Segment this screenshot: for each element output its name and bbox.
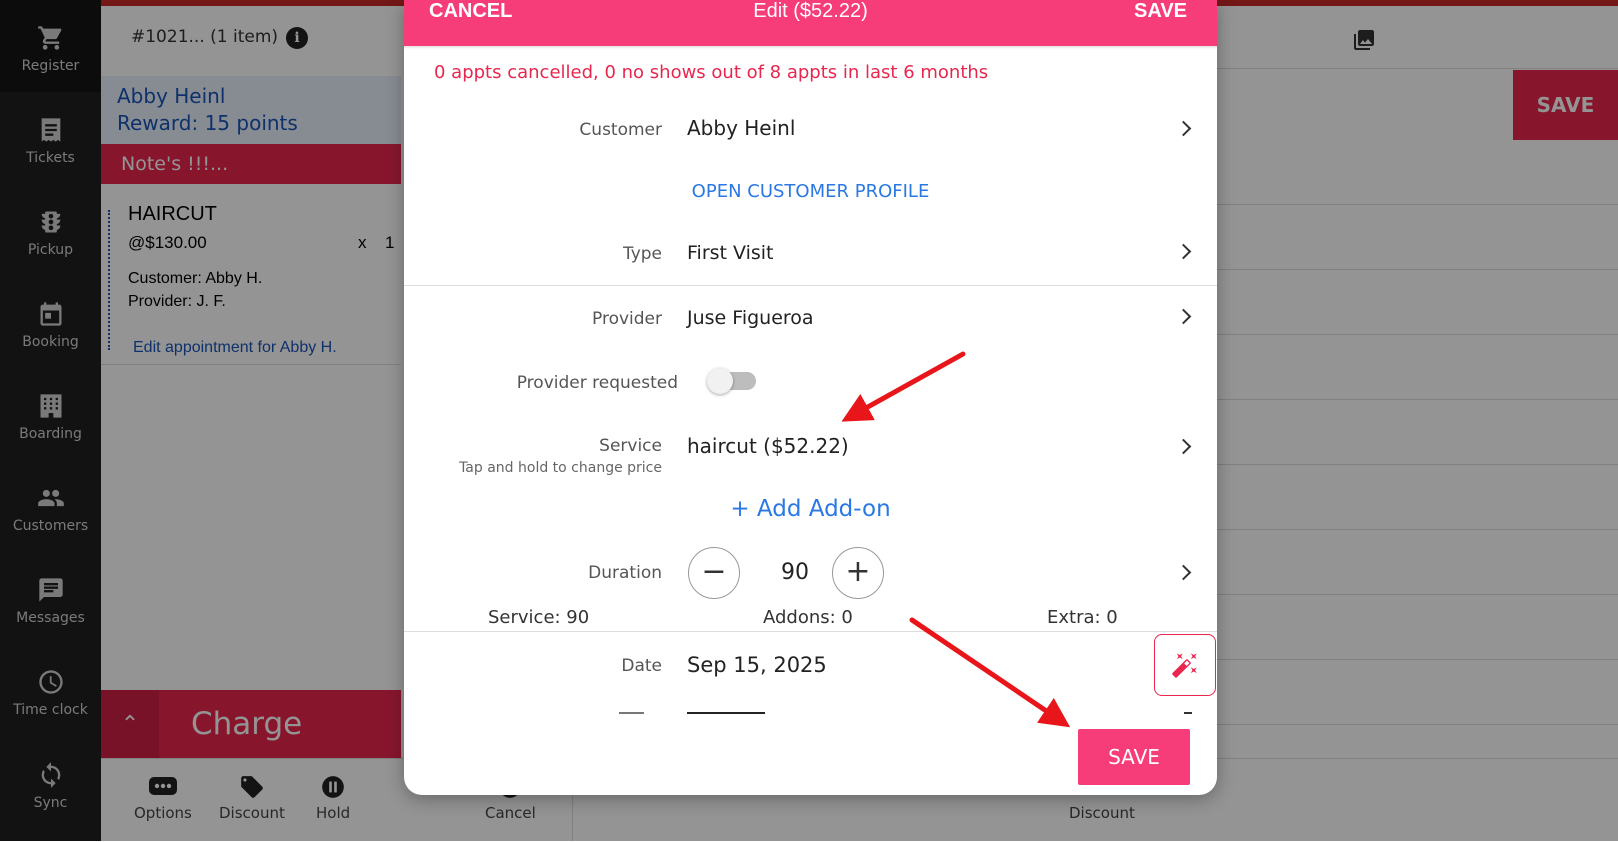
dialog-title: Edit ($52.22) — [753, 0, 868, 22]
dialog-footer-save-button[interactable]: SAVE — [1078, 729, 1190, 785]
auto-schedule-button[interactable] — [1154, 634, 1216, 696]
service-duration: Service: 90 — [488, 607, 590, 628]
provider-label: Provider — [592, 309, 662, 329]
add-addon-button[interactable]: + Add Add-on — [404, 496, 1217, 522]
divider — [404, 631, 1217, 632]
date-value[interactable]: Sep 15, 2025 — [687, 653, 827, 677]
addons-duration: Addons: 0 — [763, 607, 853, 628]
provider-value[interactable]: Juse Figueroa — [687, 307, 814, 329]
appointment-stats: 0 appts cancelled, 0 no shows out of 8 a… — [434, 62, 989, 83]
chevron-right-icon[interactable] — [1178, 311, 1192, 325]
customer-label: Customer — [579, 120, 662, 140]
edit-appointment-dialog: Edit ($52.22) CANCEL SAVE 0 appts cancel… — [404, 0, 1217, 795]
duration-value: 90 — [781, 560, 809, 585]
magic-wand-icon — [1172, 653, 1197, 678]
divider — [404, 285, 1217, 286]
duration-decrease-button[interactable]: − — [688, 547, 740, 599]
date-label: Date — [621, 656, 662, 676]
duration-label: Duration — [588, 563, 662, 583]
dialog-cancel-button[interactable]: CANCEL — [429, 0, 512, 24]
toggle-knob[interactable] — [707, 368, 733, 394]
dialog-save-button[interactable]: SAVE — [1134, 0, 1187, 23]
type-value[interactable]: First Visit — [687, 242, 774, 264]
service-label: Service — [599, 436, 662, 456]
service-hint: Tap and hold to change price — [459, 460, 662, 476]
provider-requested-label: Provider requested — [516, 373, 678, 393]
duration-increase-button[interactable]: + — [832, 547, 884, 599]
chevron-right-icon[interactable] — [1178, 567, 1192, 581]
chevron-right-icon[interactable] — [1178, 246, 1192, 260]
dialog-header: Edit ($52.22) CANCEL SAVE — [404, 0, 1217, 46]
chevron-right-icon[interactable] — [1178, 123, 1192, 137]
time-row-partial — [404, 712, 1217, 720]
customer-value[interactable]: Abby Heinl — [687, 116, 795, 140]
extra-duration: Extra: 0 — [1047, 607, 1118, 628]
chevron-right-icon[interactable] — [1178, 441, 1192, 455]
header-shadow — [404, 46, 1217, 49]
service-value[interactable]: haircut ($52.22) — [687, 434, 849, 458]
open-customer-profile-link[interactable]: OPEN CUSTOMER PROFILE — [404, 181, 1217, 202]
type-label: Type — [622, 244, 662, 264]
